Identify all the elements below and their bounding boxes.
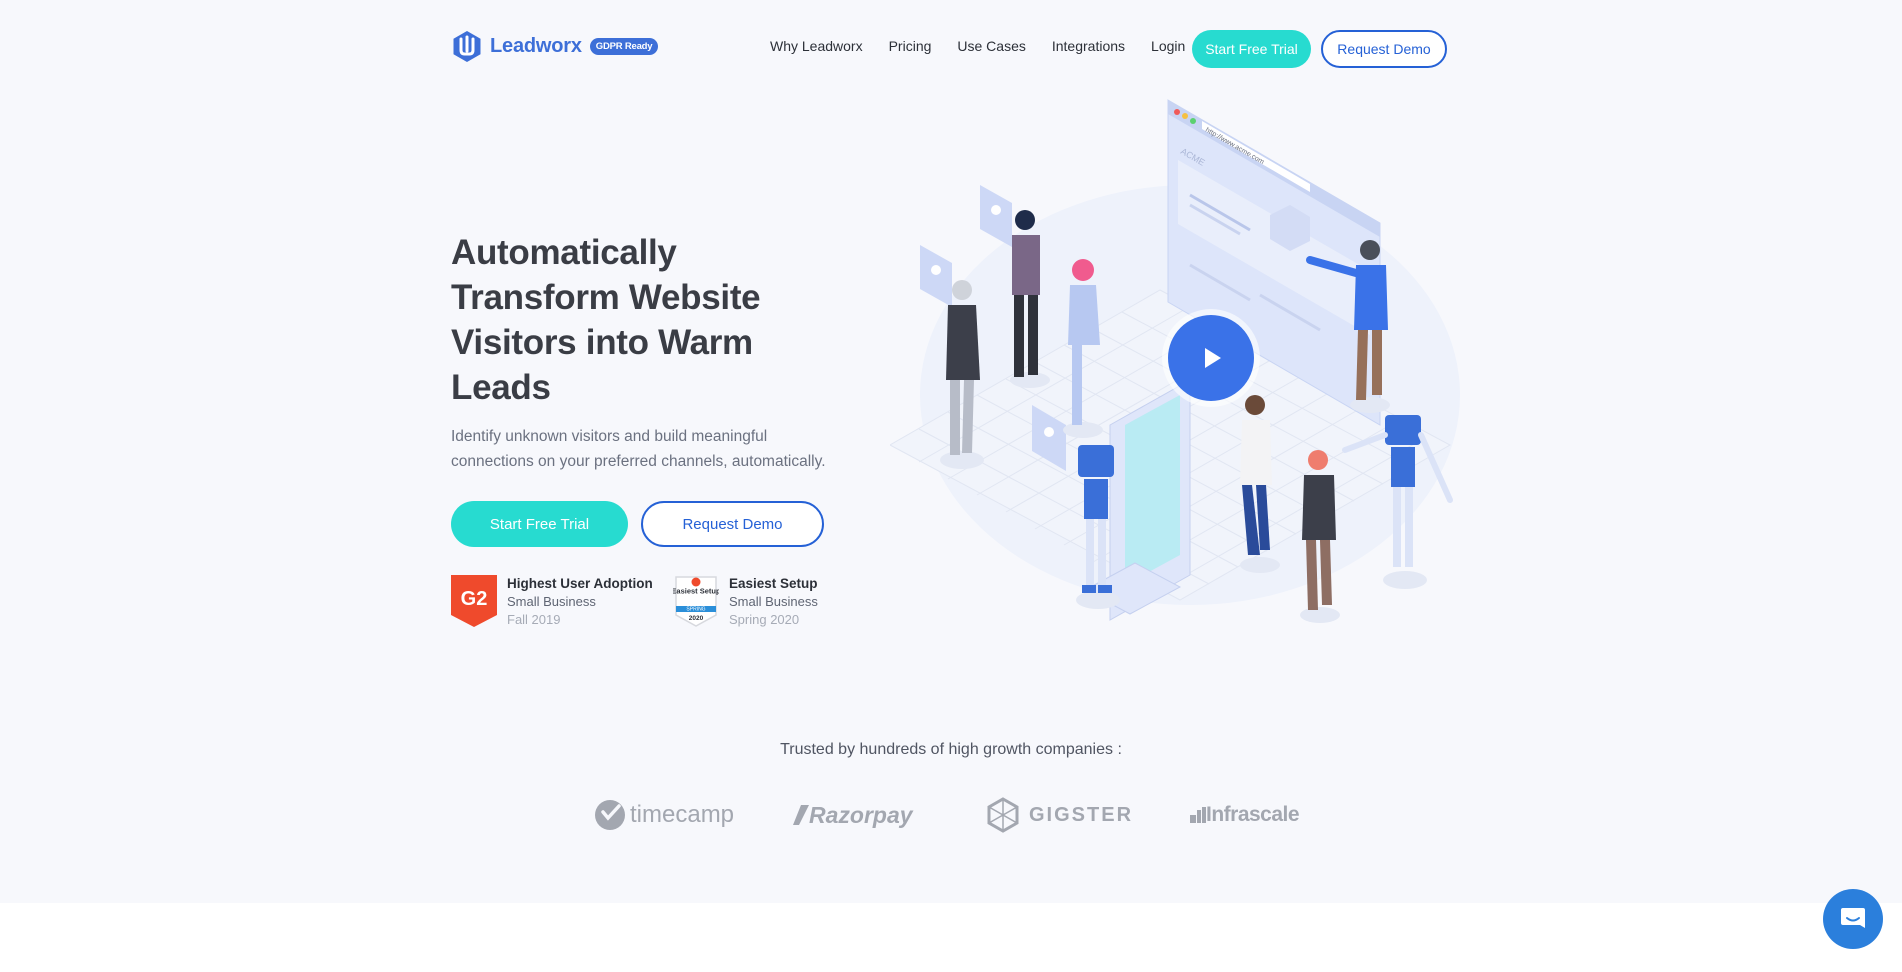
award-season: Fall 2019: [507, 612, 561, 627]
timecamp-logo: timecamp: [593, 795, 734, 835]
award-title: Easiest Setup: [729, 576, 818, 591]
gdpr-badge: GDPR Ready: [589, 37, 659, 55]
nav-links: Why Leadworx Pricing Use Cases Integrati…: [770, 38, 1211, 54]
award-easiest-setup: Easiest Setup SPRING 2020 Easiest Setup …: [673, 575, 818, 629]
gigster-mark-icon: [987, 797, 1019, 833]
hero-request-demo-button[interactable]: Request Demo: [641, 501, 824, 547]
award-season: Spring 2020: [729, 612, 800, 627]
chat-icon: [1841, 908, 1865, 928]
leadworx-logo-icon: [453, 31, 481, 62]
award-segment: Small Business: [729, 594, 818, 609]
svg-text:SPRING: SPRING: [686, 607, 705, 613]
award-title: Highest User Adoption: [507, 576, 653, 591]
chat-launcher-button[interactable]: [1823, 889, 1883, 949]
hero-start-free-trial-button[interactable]: Start Free Trial: [451, 501, 628, 547]
nav-link-login[interactable]: Login: [1151, 38, 1185, 54]
logo-text: Leadworx: [490, 34, 582, 57]
razorpay-mark-icon: [793, 805, 809, 825]
play-icon: [1205, 348, 1221, 368]
gigster-logo: GIGSTER: [985, 795, 1133, 835]
play-video-button[interactable]: [1168, 315, 1254, 401]
infrascale-logo: Infrascale: [1190, 795, 1300, 835]
customer-logos: timecamp Razorpay GIGSTER Infrascale: [0, 795, 1902, 835]
g2-badge-icon: G2: [451, 575, 497, 627]
trusted-heading: Trusted by hundreds of high growth compa…: [780, 741, 1122, 758]
nav-request-demo-button[interactable]: Request Demo: [1321, 30, 1447, 68]
easiest-setup-badge-icon: Easiest Setup SPRING 2020: [673, 576, 719, 627]
hero-title: Automatically Transform Website Visitors…: [451, 233, 761, 407]
next-section-background: [0, 903, 1902, 972]
razorpay-logo: Razorpay: [793, 795, 913, 835]
svg-text:G2: G2: [461, 588, 488, 610]
nav-link-integrations[interactable]: Integrations: [1052, 38, 1125, 54]
hero-subtitle: Identify unknown visitors and build mean…: [451, 428, 826, 470]
award-highest-user-adoption: G2 Highest User Adoption Small Business …: [451, 575, 653, 629]
nav-link-pricing[interactable]: Pricing: [889, 38, 932, 54]
brand-logo[interactable]: Leadworx GDPR Ready: [451, 28, 659, 64]
timecamp-mark-icon: [595, 800, 625, 830]
top-navigation: Leadworx GDPR Ready Why Leadworx Pricing…: [451, 28, 1447, 68]
nav-link-why-leadworx[interactable]: Why Leadworx: [770, 38, 863, 54]
nav-link-use-cases[interactable]: Use Cases: [957, 38, 1025, 54]
svg-text:Easiest Setup: Easiest Setup: [673, 587, 719, 596]
nav-start-free-trial-button[interactable]: Start Free Trial: [1192, 30, 1311, 68]
award-segment: Small Business: [507, 594, 596, 609]
svg-text:2020: 2020: [689, 615, 704, 622]
infrascale-mark-icon: [1190, 807, 1206, 823]
